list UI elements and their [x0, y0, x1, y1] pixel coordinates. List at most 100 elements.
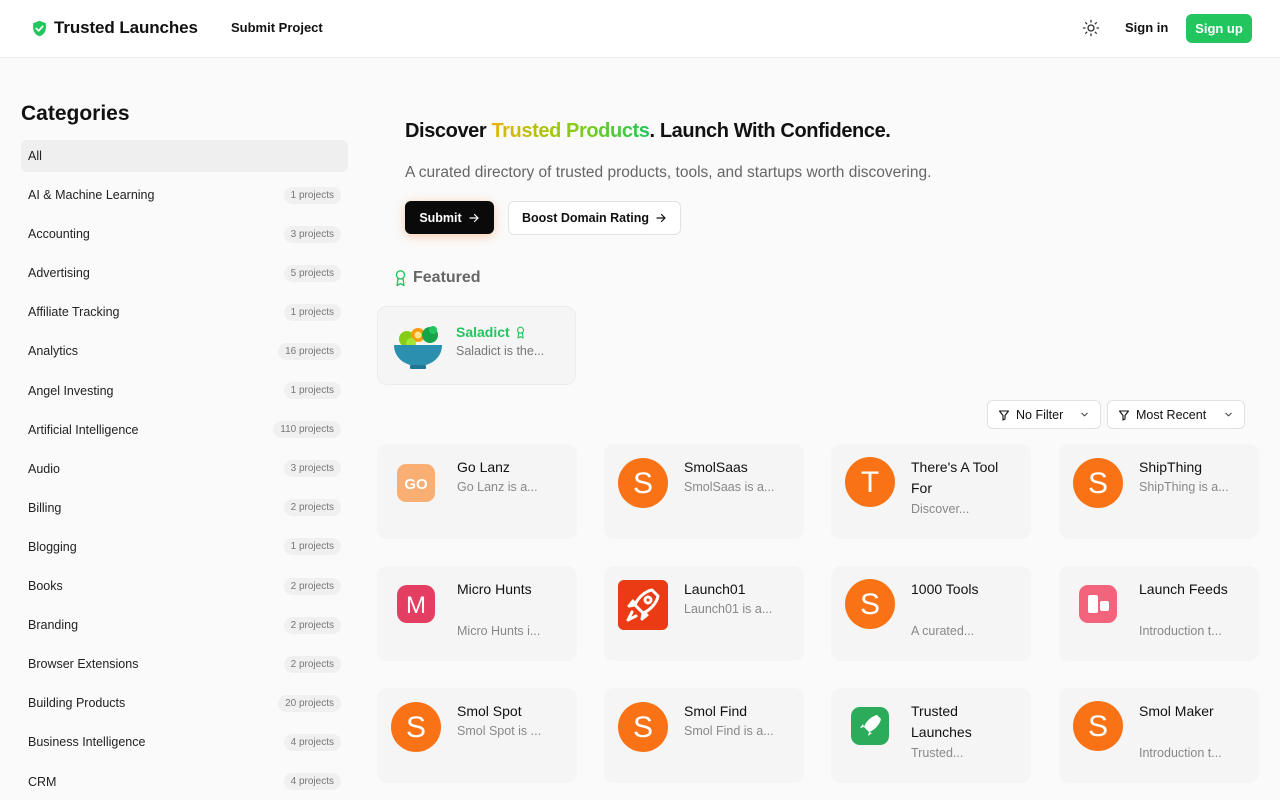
s-logo: S — [391, 702, 441, 752]
boost-domain-rating-button[interactable]: Boost Domain Rating — [508, 201, 681, 235]
category-item[interactable]: Blogging 1 projects — [21, 531, 348, 563]
category-label: Blogging — [28, 539, 77, 554]
rocket-logo — [618, 580, 668, 630]
brand-logo[interactable]: Trusted Launches — [31, 18, 198, 38]
featured-title: Featured — [413, 269, 481, 286]
submit-button-label: Submit — [419, 210, 462, 225]
category-label: Billing — [28, 500, 62, 515]
category-item[interactable]: Artificial Intelligence 110 projects — [21, 414, 348, 446]
category-label: Advertising — [28, 266, 90, 281]
category-item[interactable]: Advertising 5 projects — [21, 257, 348, 289]
product-name: SmolSaas — [684, 459, 748, 475]
categories-heading: Categories — [21, 102, 130, 125]
product-description: Launch01 is a... — [684, 602, 773, 616]
t-logo: T — [845, 457, 895, 507]
product-card[interactable]: M Micro Hunts Micro Hunts i... — [377, 566, 577, 661]
category-item[interactable]: Business Intelligence 4 projects — [21, 726, 348, 758]
sort-dropdown[interactable]: Most Recent — [1107, 400, 1245, 429]
product-card[interactable]: Trusted Launches Trusted... — [831, 688, 1031, 783]
hero-subtitle: A curated directory of trusted products,… — [405, 164, 932, 181]
shield-check-icon — [33, 20, 46, 36]
product-card[interactable]: S 1000 Tools A curated... — [831, 566, 1031, 661]
category-item[interactable]: Building Products 20 projects — [21, 687, 348, 719]
product-name: Micro Hunts — [457, 581, 532, 597]
s-logo: S — [618, 458, 668, 508]
product-card[interactable]: T There's A Tool For Discover... — [831, 444, 1031, 539]
featured-product-card[interactable]: Saladict Saladict is the... — [377, 306, 576, 385]
category-item[interactable]: Analytics 16 projects — [21, 335, 348, 367]
category-count-badge: 2 projects — [283, 499, 341, 517]
product-card[interactable]: S SmolSaas SmolSaas is a... — [604, 444, 804, 539]
product-card[interactable]: GO Go Lanz Go Lanz is a... — [377, 444, 577, 539]
product-description: Introduction t... — [1139, 624, 1222, 638]
category-item[interactable]: CRM 4 projects — [21, 766, 348, 798]
product-card[interactable]: S ShipThing ShipThing is a... — [1059, 444, 1259, 539]
sign-up-button[interactable]: Sign up — [1186, 14, 1252, 43]
product-card[interactable]: S Smol Maker Introduction t... — [1059, 688, 1259, 783]
product-card[interactable]: Launch01 Launch01 is a... — [604, 566, 804, 661]
category-item[interactable]: Browser Extensions 2 projects — [21, 648, 348, 680]
category-item[interactable]: All — [21, 140, 348, 172]
category-item[interactable]: Branding 2 projects — [21, 609, 348, 641]
category-label: Books — [28, 579, 63, 594]
category-item[interactable]: Angel Investing 1 projects — [21, 375, 348, 407]
submit-button[interactable]: Submit — [405, 201, 494, 234]
category-count-badge: 16 projects — [278, 342, 341, 360]
svg-text:S: S — [633, 711, 653, 744]
category-label: Browser Extensions — [28, 657, 139, 672]
category-count-badge: 4 projects — [283, 733, 341, 751]
award-icon — [395, 270, 406, 287]
category-item[interactable]: Billing 2 projects — [21, 492, 348, 524]
product-description: ShipThing is a... — [1139, 480, 1229, 494]
filter-icon — [1118, 409, 1130, 421]
hero-title-end: . Launch With Confidence. — [649, 120, 891, 142]
featured-name-text: Saladict — [456, 324, 510, 340]
svg-text:S: S — [633, 467, 653, 500]
category-label: Building Products — [28, 696, 126, 711]
sign-in-link[interactable]: Sign in — [1125, 20, 1168, 35]
product-name: Launch01 — [684, 581, 746, 597]
category-count-badge: 4 projects — [283, 773, 341, 790]
featured-product-name: Saladict — [456, 324, 526, 340]
product-card[interactable]: Launch Feeds Introduction t... — [1059, 566, 1259, 661]
award-icon — [516, 326, 524, 339]
arrow-right-icon — [656, 213, 666, 223]
product-name: 1000 Tools — [911, 581, 979, 597]
featured-heading: Featured — [393, 269, 481, 287]
category-label: CRM — [28, 774, 57, 789]
product-card[interactable]: S Smol Spot Smol Spot is ... — [377, 688, 577, 783]
category-item[interactable]: Audio 3 projects — [21, 453, 348, 485]
product-description: Trusted... — [911, 746, 964, 760]
product-description: Introduction t... — [1139, 746, 1222, 760]
product-description: A curated... — [911, 624, 975, 638]
no-filter-dropdown[interactable]: No Filter — [987, 400, 1101, 429]
product-name: Launch Feeds — [1139, 581, 1228, 597]
category-label: Angel Investing — [28, 383, 114, 398]
product-name: Smol Maker — [1139, 703, 1214, 719]
category-count-badge: 1 projects — [283, 382, 341, 400]
nav-submit-project-link[interactable]: Submit Project — [231, 20, 323, 35]
product-description: SmolSaas is a... — [684, 480, 775, 494]
sort-label: Most Recent — [1136, 407, 1207, 422]
sun-icon[interactable] — [1082, 19, 1100, 37]
svg-text:M: M — [406, 592, 426, 619]
product-card[interactable]: S Smol Find Smol Find is a... — [604, 688, 804, 783]
svg-text:S: S — [1088, 710, 1108, 743]
s-logo: S — [1073, 701, 1123, 751]
category-count-badge: 2 projects — [283, 616, 341, 634]
chevron-down-icon — [1225, 412, 1232, 417]
category-count-badge: 20 projects — [278, 694, 341, 712]
category-count-badge: 110 projects — [273, 421, 341, 439]
product-description: Micro Hunts i... — [457, 624, 541, 638]
category-count-badge: 1 projects — [283, 186, 341, 204]
product-description: Smol Find is a... — [684, 724, 774, 738]
category-item[interactable]: Books 2 projects — [21, 570, 348, 602]
category-item[interactable]: AI & Machine Learning 1 projects — [21, 179, 348, 211]
category-item[interactable]: Affiliate Tracking 1 projects — [21, 296, 348, 328]
category-item[interactable]: Accounting 3 projects — [21, 218, 348, 250]
product-name: Smol Find — [684, 703, 748, 719]
category-count-badge: 1 projects — [283, 538, 341, 556]
golanz-logo: GO — [391, 458, 441, 508]
category-label: All — [28, 149, 42, 163]
featured-product-desc: Saladict is the... — [456, 344, 545, 358]
